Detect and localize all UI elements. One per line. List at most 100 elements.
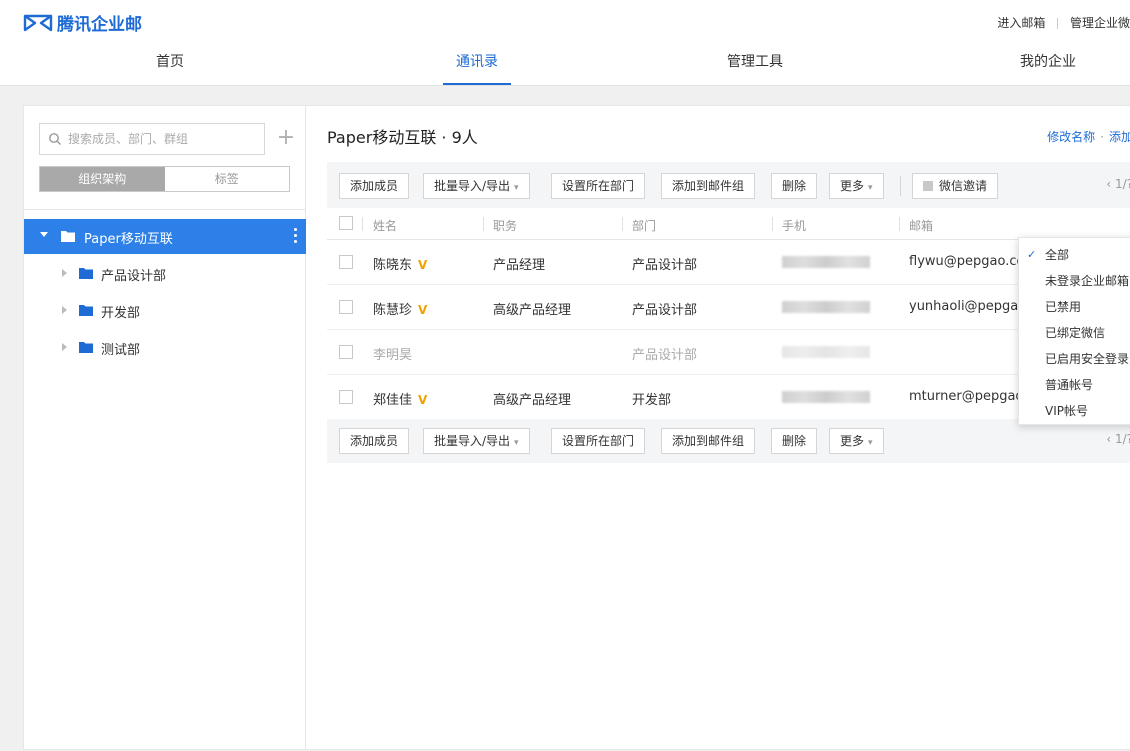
filter-all[interactable]: ✓ 全部 [1019,242,1130,268]
folder-icon [79,268,93,279]
set-department-button[interactable]: 设置所在部门 [551,428,646,454]
toolbar-top: 添加成员 批量导入/导出 ▾ 设置所在部门 添加到邮件组 删除 更多 ▾ 微信邀请 … [327,162,1130,208]
option-label: 未登录企业邮箱 [1045,274,1130,288]
member-title: 高级产品经理 [493,393,572,408]
member-name-text: 陈晓东 [373,258,413,273]
rename-link[interactable]: 修改名称 [1047,130,1095,144]
add-member-button[interactable]: 添加成员 [339,428,410,454]
delete-button[interactable]: 删除 [771,173,818,199]
title-links: 修改名称 · 添加 [1047,128,1130,145]
add-to-mail-group-button[interactable]: 添加到邮件组 [661,428,756,454]
table-row[interactable]: 郑佳佳 V 高级产品经理 开发部 mturner@pepgao [327,375,1130,420]
col-email: 邮箱 [909,219,934,233]
member-name-text: 郑佳佳 [373,393,413,408]
tab-org-structure[interactable]: 组织架构 [40,167,165,191]
table-row[interactable]: 陈慧珍 V 高级产品经理 产品设计部 yunhaoli@pepgao [327,285,1130,330]
search-icon [49,133,61,145]
separator: · [1100,130,1104,144]
tree-item-root[interactable]: Paper移动互联 [24,219,306,254]
select-all-checkbox[interactable] [339,216,353,230]
enter-mailbox-link[interactable]: 进入邮箱 [997,16,1045,30]
set-department-button[interactable]: 设置所在部门 [551,173,646,199]
wechat-invite-button[interactable]: 微信邀请 [912,173,999,199]
page: 腾讯企业邮 进入邮箱 管理企业微 首页 通讯录 管理工具 我的企业 + 组织架构 [0,0,1130,751]
pager[interactable]: ‹ 1/? [1106,432,1130,446]
vip-badge: V [418,303,428,317]
filter-disabled[interactable]: 已禁用 [1019,294,1130,320]
member-title: 高级产品经理 [493,303,572,318]
logo[interactable]: 腾讯企业邮 [23,10,142,35]
tree-item-development[interactable]: 开发部 [24,292,306,328]
nav-contacts[interactable]: 通讯录 [427,42,527,86]
wechat-icon [923,181,933,191]
bulk-import-export-button[interactable]: 批量导入/导出 ▾ [423,428,530,454]
chevron-left-icon[interactable]: ‹ [1106,432,1115,446]
contacts-panel: + 组织架构 标签 Paper移动互联 产品设计部 [23,105,1130,750]
pager-text: 1/? [1114,432,1130,446]
bulk-import-export-button[interactable]: 批量导入/导出 ▾ [423,173,530,199]
phone-redacted [782,346,870,358]
member-name[interactable]: 李明昊 [373,344,412,363]
filter-secure-login[interactable]: 已启用安全登录 [1019,346,1130,372]
table-row[interactable]: 李明昊 产品设计部 [327,330,1130,375]
member-department: 产品设计部 [632,303,698,318]
tree-item-label: 开发部 [101,306,141,321]
delete-button[interactable]: 删除 [771,428,818,454]
pager[interactable]: ‹ 1/? [1106,177,1130,191]
nav-tools[interactable]: 管理工具 [705,42,805,86]
filter-vip-account[interactable]: VIP帐号 [1019,398,1130,424]
caret-right-icon[interactable] [62,343,67,351]
member-name[interactable]: 郑佳佳 V [373,389,427,408]
tree-item-label: Paper移动互联 [84,232,173,247]
folder-icon [79,305,93,316]
divider [483,217,484,231]
folder-icon [79,342,93,353]
search-input[interactable] [68,130,258,148]
search-box[interactable] [39,123,265,155]
top-bar: 腾讯企业邮 进入邮箱 管理企业微 [0,0,1130,42]
add-to-mail-group-button[interactable]: 添加到邮件组 [661,173,756,199]
tree-item-product-design[interactable]: 产品设计部 [24,255,306,291]
vip-badge: V [418,393,428,407]
add-member-button[interactable]: 添加成员 [339,173,410,199]
option-label: 普通帐号 [1045,378,1094,392]
member-name[interactable]: 陈慧珍 V [373,299,427,318]
caret-down-icon[interactable] [40,232,48,237]
vip-badge: V [418,258,428,272]
tree-item-testing[interactable]: 测试部 [24,329,306,365]
more-vertical-icon[interactable] [294,228,298,244]
caret-right-icon[interactable] [62,306,67,314]
divider [362,217,363,231]
member-name[interactable]: 陈晓东 V [373,254,427,273]
filter-not-logged-in[interactable]: 未登录企业邮箱 [1019,268,1130,294]
add-icon[interactable]: + [276,124,296,152]
more-button[interactable]: 更多 ▾ [829,428,884,454]
row-checkbox[interactable] [339,300,353,314]
row-checkbox[interactable] [339,345,353,359]
row-checkbox[interactable] [339,255,353,269]
button-label: 更多 [840,434,865,448]
member-name-text: 李明昊 [373,348,413,363]
caret-right-icon[interactable] [62,269,67,277]
nav-home[interactable]: 首页 [120,42,220,86]
tab-tags[interactable]: 标签 [165,167,290,191]
phone-redacted [782,256,870,268]
row-checkbox[interactable] [339,390,353,404]
add-link[interactable]: 添加 [1109,130,1130,144]
divider [900,176,901,196]
col-phone: 手机 [782,219,807,233]
tree-item-label: 测试部 [101,343,141,358]
chevron-left-icon[interactable]: ‹ [1106,177,1115,191]
button-label: 更多 [840,179,865,193]
chevron-down-icon: ▾ [868,183,873,193]
manage-wework-link[interactable]: 管理企业微 [1070,16,1130,30]
filter-wechat-bound[interactable]: 已绑定微信 [1019,320,1130,346]
more-button[interactable]: 更多 ▾ [829,173,884,199]
nav-my-company[interactable]: 我的企业 [998,42,1098,86]
option-label: VIP帐号 [1045,404,1088,418]
member-department: 产品设计部 [632,258,698,273]
button-label: 批量导入/导出 [434,434,511,448]
filter-regular-account[interactable]: 普通帐号 [1019,372,1130,398]
option-label: 已绑定微信 [1045,326,1106,340]
table-row[interactable]: 陈晓东 V 产品经理 产品设计部 flywu@pepgao.co [327,240,1130,285]
